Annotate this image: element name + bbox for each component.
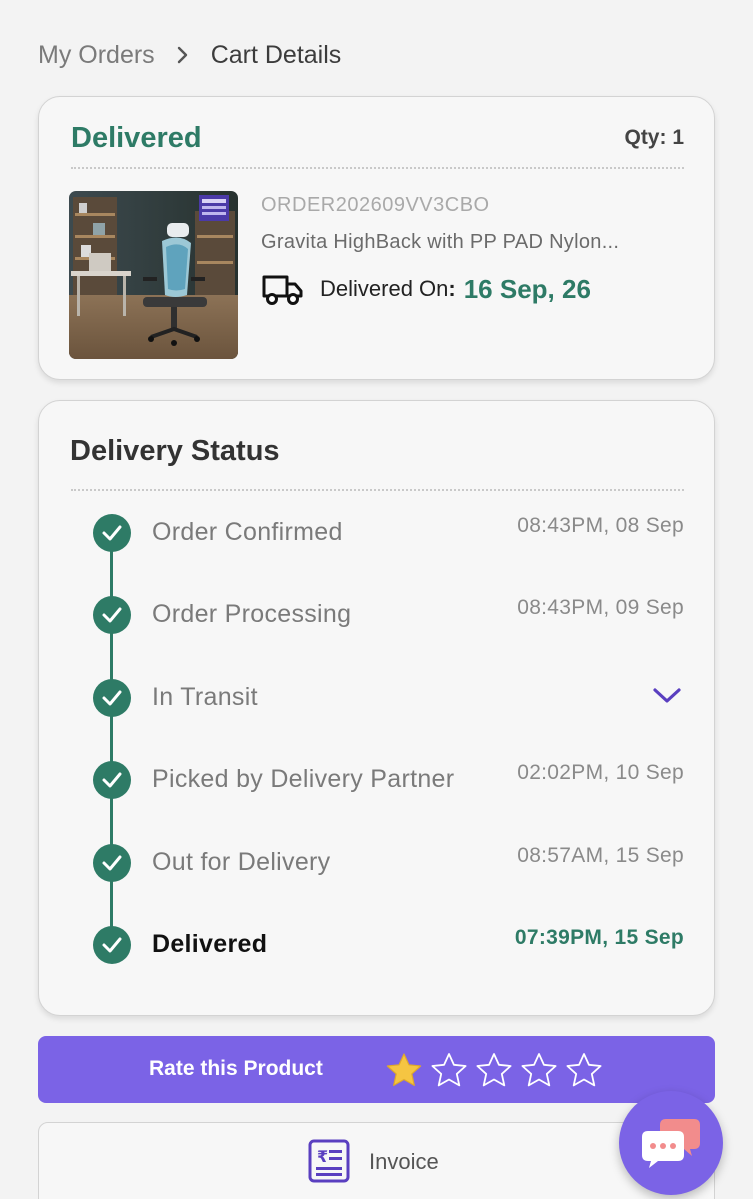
check-circle-icon xyxy=(93,926,131,964)
delivered-on-row: Delivered On : 16 Sep, 26 xyxy=(261,269,591,309)
step-time: 08:43PM, 09 Sep xyxy=(517,596,684,619)
star-filled-icon[interactable] xyxy=(385,1052,423,1088)
rate-product-bar: Rate this Product xyxy=(38,1036,715,1103)
step-time: 07:39PM, 15 Sep xyxy=(514,926,684,949)
star-outline-icon[interactable] xyxy=(475,1052,513,1088)
order-header: Delivered Qty: 1 xyxy=(71,111,684,165)
timeline-step-picked-by-partner: Picked by Delivery Partner 02:02PM, 10 S… xyxy=(39,759,714,799)
step-time: 08:57AM, 15 Sep xyxy=(517,844,684,867)
step-label: Picked by Delivery Partner xyxy=(152,765,455,793)
check-circle-icon xyxy=(93,761,131,799)
timeline-step-in-transit[interactable]: In Transit xyxy=(39,677,714,717)
order-id: ORDER202609VV3CBO xyxy=(261,194,490,216)
step-time: 02:02PM, 10 Sep xyxy=(517,761,684,784)
divider xyxy=(71,489,684,491)
check-circle-icon xyxy=(93,514,131,552)
delivery-status-title: Delivery Status xyxy=(70,435,280,467)
invoice-button[interactable]: ₹ Invoice xyxy=(38,1122,715,1199)
cart-details-page: My Orders Cart Details Delivered Qty: 1 xyxy=(0,0,753,1199)
check-circle-icon xyxy=(93,844,131,882)
step-time: 08:43PM, 08 Sep xyxy=(517,514,684,537)
delivery-status-card: Delivery Status Order Confirmed 08:43PM,… xyxy=(38,400,715,1016)
product-name[interactable]: Gravita HighBack with PP PAD Nylon... xyxy=(261,231,681,254)
step-label: In Transit xyxy=(152,683,258,711)
step-label: Out for Delivery xyxy=(152,848,331,876)
rate-product-label: Rate this Product xyxy=(149,1057,323,1080)
star-outline-icon[interactable] xyxy=(565,1052,603,1088)
divider xyxy=(71,167,684,169)
timeline-step-order-processing: Order Processing 08:43PM, 09 Sep xyxy=(39,594,714,634)
product-thumbnail[interactable] xyxy=(69,191,238,359)
timeline-step-order-confirmed: Order Confirmed 08:43PM, 08 Sep xyxy=(39,512,714,552)
step-label: Order Confirmed xyxy=(152,518,343,546)
chat-button[interactable] xyxy=(619,1091,723,1195)
delivered-on-label: Delivered On xyxy=(320,276,449,301)
star-outline-icon[interactable] xyxy=(430,1052,468,1088)
delivered-on-date: 16 Sep, 26 xyxy=(463,273,591,304)
invoice-icon: ₹ xyxy=(308,1139,350,1183)
order-card[interactable]: Delivered Qty: 1 ORDER202609VV3CBO Gravi… xyxy=(38,96,715,380)
chat-bubble-icon xyxy=(642,1119,700,1168)
breadcrumb-my-orders[interactable]: My Orders xyxy=(38,41,155,70)
svg-text:₹: ₹ xyxy=(317,1147,328,1166)
step-label: Delivered xyxy=(152,930,268,958)
timeline-step-delivered: Delivered 07:39PM, 15 Sep xyxy=(39,924,714,964)
chevron-down-icon[interactable] xyxy=(652,685,682,707)
step-label: Order Processing xyxy=(152,600,352,628)
breadcrumb-cart-details: Cart Details xyxy=(210,40,342,69)
timeline-step-out-for-delivery: Out for Delivery 08:57AM, 15 Sep xyxy=(39,842,714,882)
delivered-on-colon: : xyxy=(448,276,456,301)
invoice-label: Invoice xyxy=(369,1149,439,1174)
star-outline-icon[interactable] xyxy=(520,1052,558,1088)
chevron-right-icon xyxy=(177,46,189,64)
breadcrumb: My Orders Cart Details xyxy=(38,38,341,72)
check-circle-icon xyxy=(93,679,131,717)
truck-icon xyxy=(262,275,303,305)
star-rating xyxy=(385,1052,610,1088)
order-quantity: Qty: 1 xyxy=(624,126,684,149)
order-status: Delivered xyxy=(71,121,202,154)
check-circle-icon xyxy=(93,596,131,634)
